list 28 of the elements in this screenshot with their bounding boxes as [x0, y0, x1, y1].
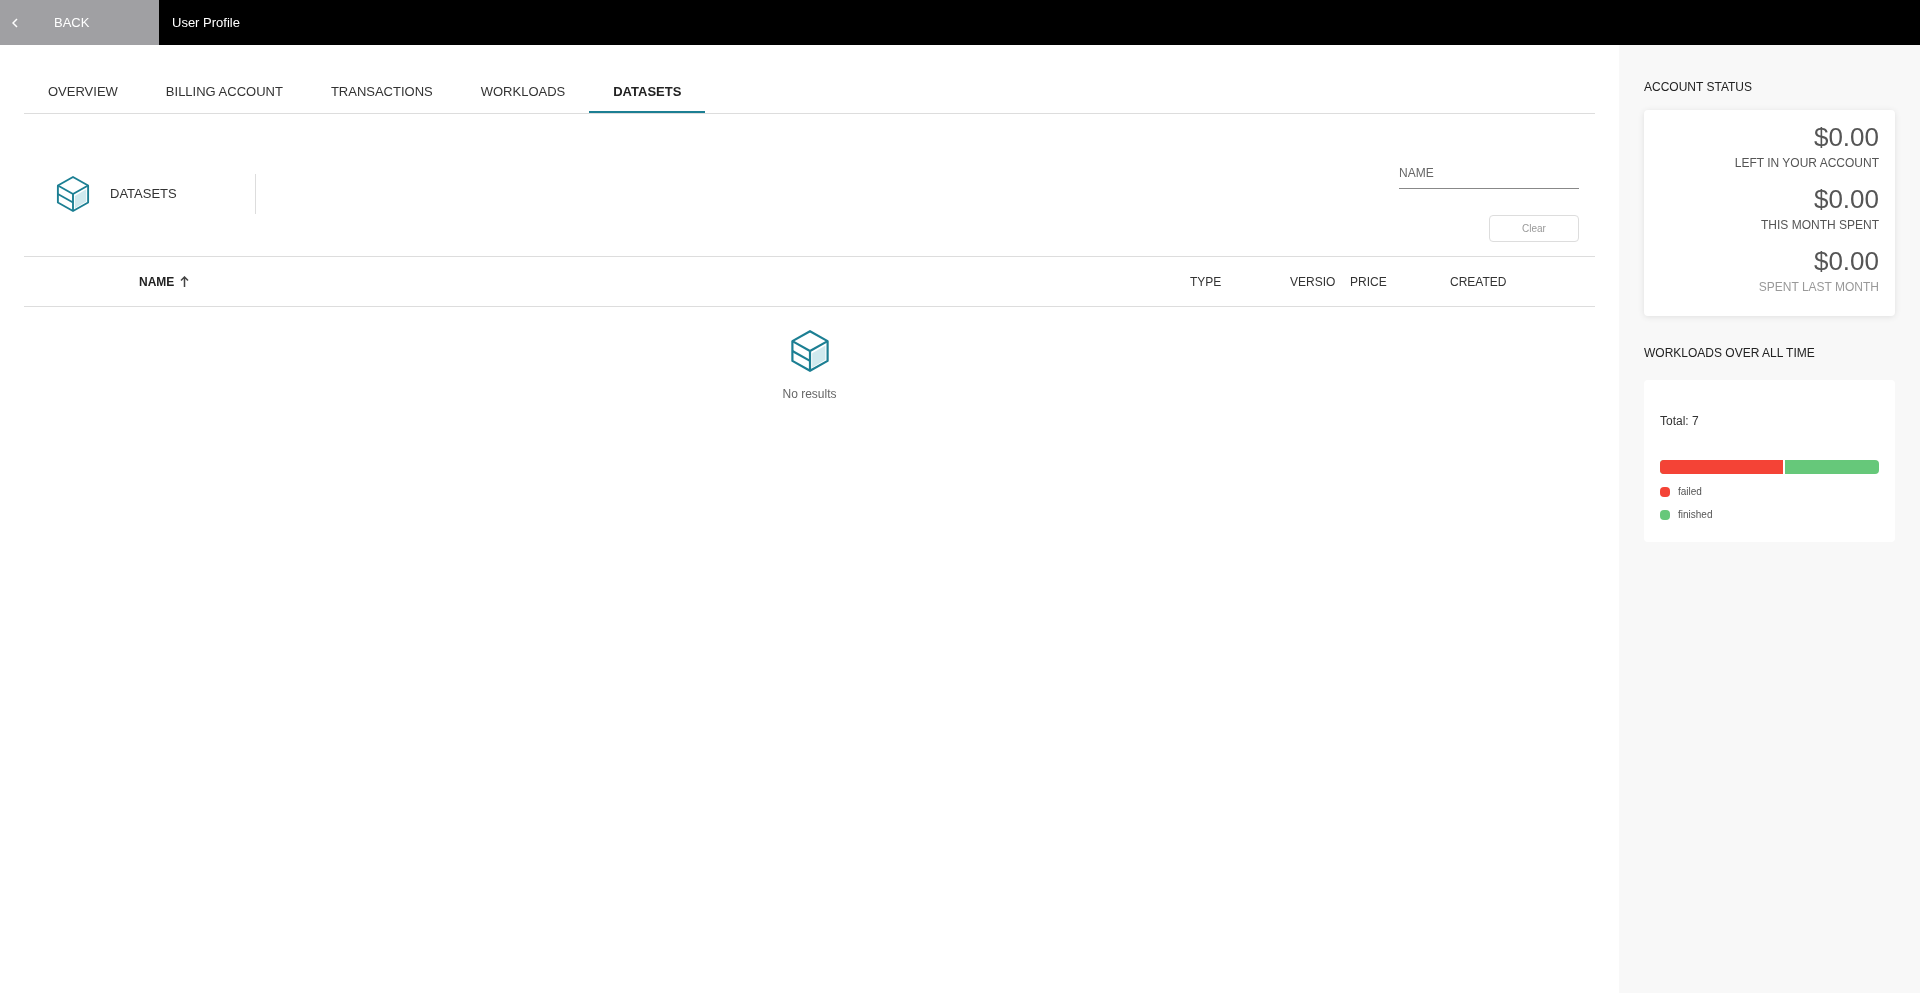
amount-label: LEFT IN YOUR ACCOUNT: [1734, 155, 1879, 172]
amount: $0.00: [1813, 121, 1879, 154]
amount-label: SPENT LAST MONTH: [1758, 279, 1879, 296]
legend-label: finished: [1678, 508, 1713, 522]
cube-icon: [56, 175, 90, 213]
total-count: Total: 7: [1660, 413, 1700, 430]
tab[interactable]: TRANSACTIONS: [306, 73, 457, 113]
legend-label: failed: [1678, 485, 1702, 499]
page-title: User Profile: [172, 13, 240, 32]
tab[interactable]: DATASETS: [589, 73, 706, 113]
column-header[interactable]: PRICE: [1350, 272, 1387, 291]
section-title: DATASETS: [110, 185, 178, 204]
account-status-title: ACCOUNT STATUS: [1644, 79, 1753, 96]
name-filter-field[interactable]: NAME: [1399, 158, 1579, 189]
column-header[interactable]: VERSIO: [1290, 272, 1336, 291]
amount: $0.00: [1813, 245, 1879, 278]
column-header[interactable]: NAME: [139, 272, 175, 291]
column-header[interactable]: TYPE: [1190, 272, 1222, 291]
amount-label: THIS MONTH SPENT: [1761, 217, 1879, 234]
tab[interactable]: BILLING ACCOUNT: [141, 73, 307, 113]
tab[interactable]: WORKLOADS: [456, 73, 590, 113]
tab[interactable]: OVERVIEW: [48, 73, 142, 113]
empty-cube-icon: [789, 329, 830, 373]
column-header[interactable]: CREATED: [1450, 272, 1507, 291]
workloads-title: WORKLOADS OVER ALL TIME: [1644, 345, 1816, 362]
empty-message: No results: [782, 386, 837, 403]
chevron-left-icon: [12, 17, 18, 28]
amount: $0.00: [1813, 183, 1879, 216]
